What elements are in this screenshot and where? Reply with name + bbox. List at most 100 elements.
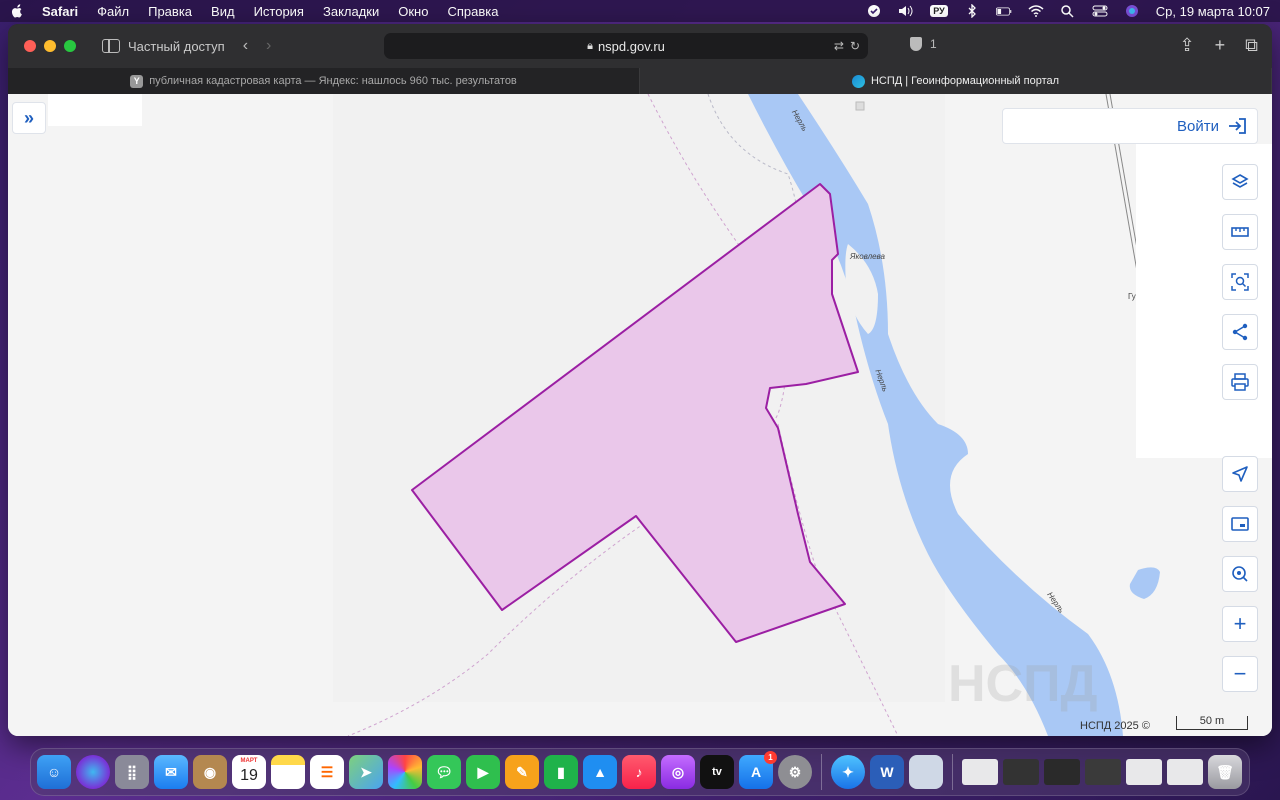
address-bar[interactable]: 🔒︎ nspd.gov.ru ⇄ ↻ (384, 33, 868, 59)
forward-button[interactable]: › (266, 37, 271, 55)
share-map-button[interactable] (1222, 314, 1258, 350)
menu-history[interactable]: История (254, 4, 304, 19)
menu-view[interactable]: Вид (211, 4, 235, 19)
menu-app-name[interactable]: Safari (42, 4, 78, 19)
geolocation-button[interactable] (1222, 456, 1258, 492)
map-page[interactable]: Нерль Нерль Нерль Яковлева Гу НСПД » Вой… (8, 94, 1272, 736)
dock-separator (821, 754, 822, 790)
minimized-window-thumbnail[interactable] (1085, 759, 1121, 785)
minimized-window-thumbnail[interactable] (1167, 759, 1203, 785)
photos-icon[interactable] (388, 755, 422, 789)
launchpad-icon[interactable]: ⣿ (115, 755, 149, 789)
area-search-button[interactable] (1222, 264, 1258, 300)
control-center-icon[interactable] (1092, 4, 1108, 18)
reload-icon[interactable]: ↻ (850, 39, 860, 53)
safari-icon[interactable]: ✦ (831, 755, 865, 789)
translate-icon[interactable]: ⇄ (834, 39, 844, 53)
vpn-icon[interactable] (866, 4, 882, 18)
input-language-indicator[interactable]: РУ (930, 5, 948, 17)
measure-button[interactable] (1222, 214, 1258, 250)
menubar-clock[interactable]: Ср, 19 марта 10:07 (1156, 4, 1270, 19)
tab-title: публичная кадастровая карта — Яндекс: на… (149, 75, 517, 87)
app-store-icon[interactable]: A 1 (739, 751, 777, 789)
macos-menu-bar: Safari Файл Правка Вид История Закладки … (0, 0, 1280, 22)
reminders-icon[interactable]: ☰ (310, 755, 344, 789)
layers-button[interactable] (1222, 164, 1258, 200)
menu-help[interactable]: Справка (447, 4, 498, 19)
menu-file[interactable]: Файл (97, 4, 129, 19)
share-icon[interactable]: ⇪ (1180, 35, 1195, 56)
browser-toolbar: Частный доступ ‹ › 🔒︎ nspd.gov.ru ⇄ ↻ 1 … (8, 24, 1272, 68)
login-button[interactable]: Войти (1002, 108, 1258, 144)
music-icon[interactable]: ♪ (622, 755, 656, 789)
login-label: Войти (1177, 117, 1219, 135)
minimized-window-thumbnail[interactable] (1126, 759, 1162, 785)
contacts-icon[interactable]: ◉ (193, 755, 227, 789)
zoom-out-button[interactable]: − (1222, 656, 1258, 692)
zoom-in-button[interactable]: + (1222, 606, 1258, 642)
app-store-badge: 1 (764, 751, 777, 764)
close-window-button[interactable] (24, 40, 36, 52)
map-watermark: НСПД (948, 655, 1098, 713)
url-text[interactable]: nspd.gov.ru (598, 39, 665, 54)
menu-edit[interactable]: Правка (148, 4, 192, 19)
minimized-window-thumbnail[interactable] (1003, 759, 1039, 785)
minimap-button[interactable] (1222, 506, 1258, 542)
place-label: Яковлева (850, 252, 885, 261)
expand-panel-button[interactable]: » (12, 102, 46, 134)
spotlight-search-icon[interactable] (1060, 4, 1076, 18)
maps-icon[interactable]: ➤ (349, 755, 383, 789)
scale-label: 50 m (1199, 715, 1225, 727)
minimized-window-thumbnail[interactable] (962, 759, 998, 785)
battery-icon[interactable] (995, 4, 1012, 18)
finder-icon[interactable]: ☺ (37, 755, 71, 789)
volume-icon[interactable] (898, 4, 914, 18)
area-select-icon (1231, 273, 1249, 291)
location-search-icon (1232, 566, 1248, 582)
new-tab-icon[interactable]: + (1215, 35, 1226, 56)
layers-icon (1231, 174, 1249, 188)
calendar-icon[interactable]: МАРТ 19 (232, 755, 266, 789)
siri-icon[interactable] (1124, 4, 1140, 18)
trash-icon[interactable]: 🗑︎ (1208, 755, 1242, 789)
nspd-favicon-icon (851, 74, 865, 88)
minimize-window-button[interactable] (44, 40, 56, 52)
system-settings-icon[interactable]: ⚙ (778, 755, 812, 789)
print-button[interactable] (1222, 364, 1258, 400)
minimized-window-thumbnail[interactable] (1044, 759, 1080, 785)
wifi-icon[interactable] (1028, 4, 1044, 18)
search-panel-placeholder[interactable] (48, 94, 142, 126)
sidebar-toggle-icon[interactable] (102, 39, 120, 53)
privacy-report-button[interactable]: 1 (910, 37, 937, 51)
private-browsing-label[interactable]: Частный доступ (128, 39, 225, 54)
tab-overview-icon[interactable]: ⧉ (1245, 35, 1258, 56)
pages-icon[interactable]: ✎ (505, 755, 539, 789)
preview-icon[interactable] (909, 755, 943, 789)
yandex-favicon-icon: Y (130, 74, 144, 88)
messages-icon[interactable]: 💬︎ (427, 755, 461, 789)
tab-nspd-portal[interactable]: НСПД | Геоинформационный портал (640, 68, 1272, 94)
facetime-icon[interactable]: ▶ (466, 755, 500, 789)
calendar-day: 19 (240, 767, 258, 784)
login-arrow-icon (1229, 118, 1246, 134)
tab-title: НСПД | Геоинформационный портал (870, 75, 1060, 87)
navigation-arrow-icon (1232, 466, 1248, 482)
keynote-icon[interactable]: ▲ (583, 755, 617, 789)
word-icon[interactable]: W (870, 755, 904, 789)
podcasts-icon[interactable]: ◎ (661, 755, 695, 789)
back-button[interactable]: ‹ (243, 37, 248, 55)
window-controls (24, 40, 76, 52)
cadastral-map[interactable] (8, 94, 1272, 736)
mail-icon[interactable]: ✉ (154, 755, 188, 789)
apple-logo-icon[interactable] (10, 4, 24, 18)
menu-window[interactable]: Окно (398, 4, 428, 19)
find-location-button[interactable] (1222, 556, 1258, 592)
fullscreen-window-button[interactable] (64, 40, 76, 52)
apple-tv-icon[interactable]: tv (700, 755, 734, 789)
notes-icon[interactable] (271, 755, 305, 789)
numbers-icon[interactable]: ▮ (544, 755, 578, 789)
tab-yandex-search[interactable]: Y публичная кадастровая карта — Яндекс: … (8, 68, 640, 94)
menu-bookmarks[interactable]: Закладки (323, 4, 379, 19)
siri-app-icon[interactable] (76, 755, 110, 789)
bluetooth-icon[interactable] (964, 4, 980, 18)
